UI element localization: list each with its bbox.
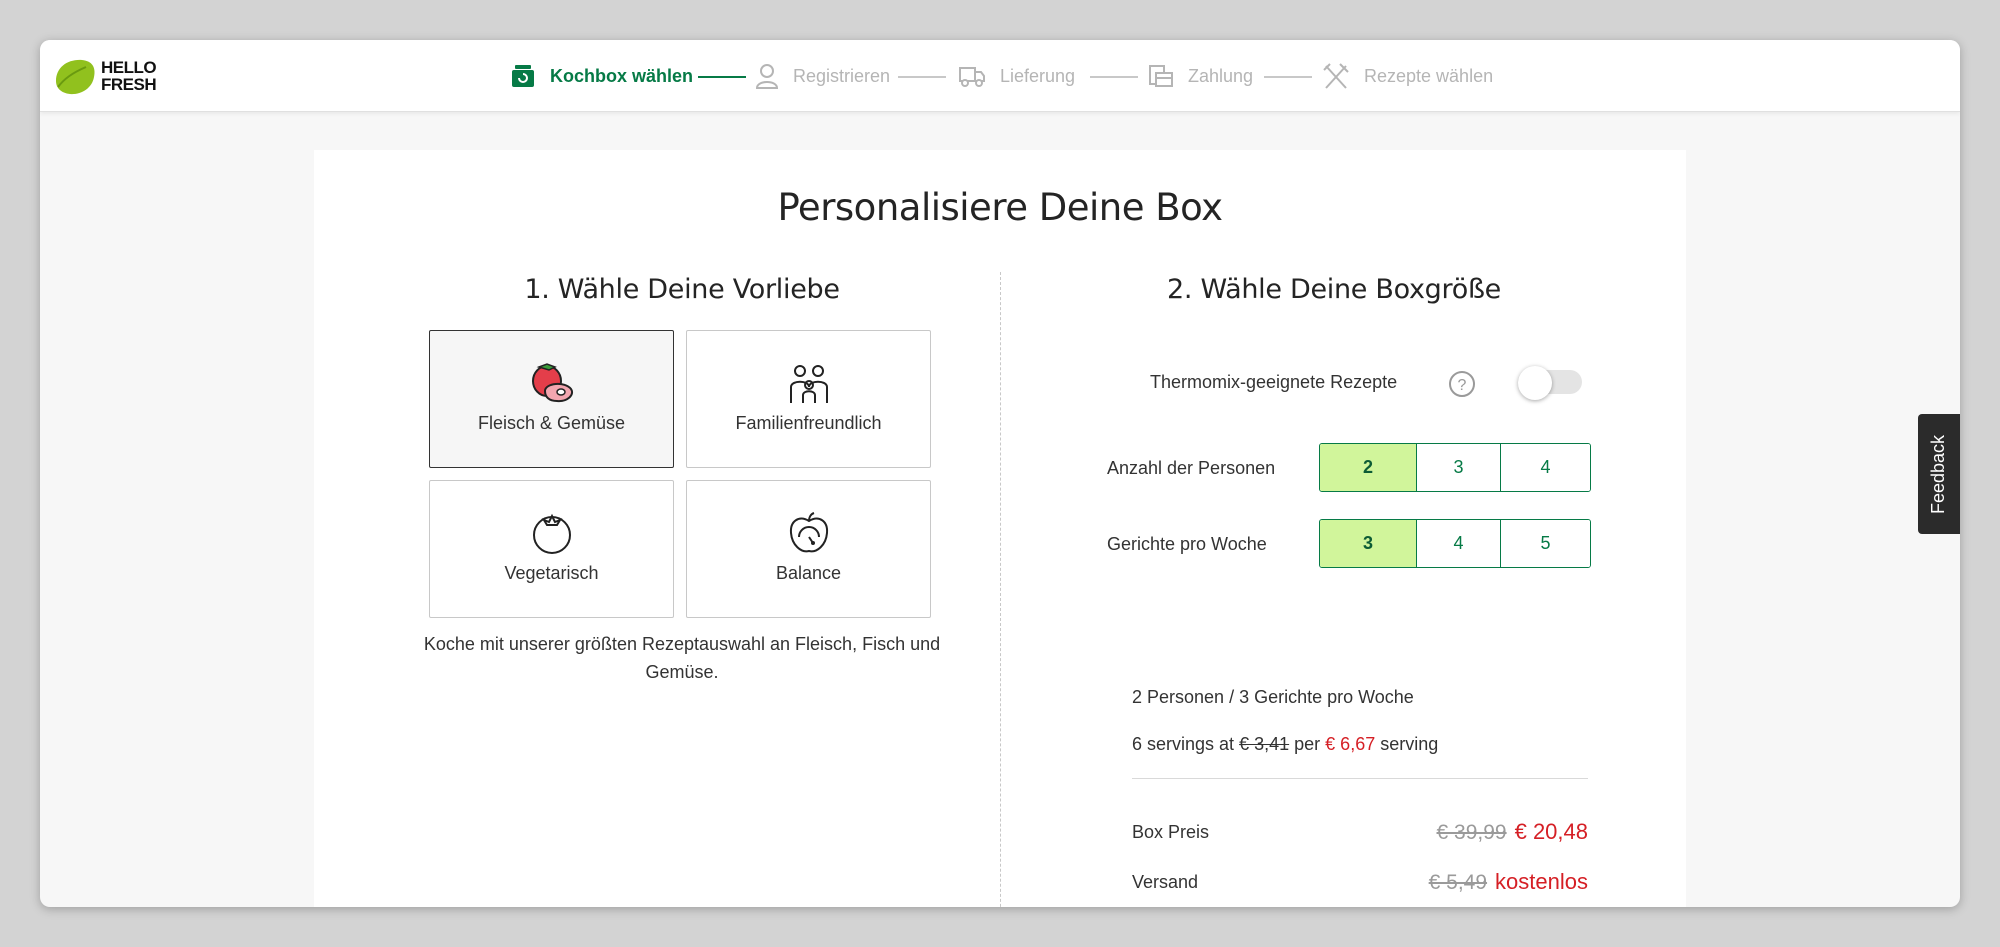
box-price-new: € 20,48 bbox=[1514, 819, 1588, 844]
servings-summary: 6 servings at € 3,41 per € 6,67 serving bbox=[1132, 734, 1438, 755]
box-price-old: € 39,99 bbox=[1436, 821, 1507, 844]
cutlery-icon bbox=[1323, 63, 1349, 89]
box-price-label: Box Preis bbox=[1132, 821, 1210, 842]
meat-vegetable-icon bbox=[531, 363, 573, 403]
help-symbol: ? bbox=[1458, 377, 1467, 394]
step-label-kochbox: Kochbox wählen bbox=[550, 65, 694, 86]
step-label-registrieren: Registrieren bbox=[793, 65, 891, 86]
preference-label: Vegetarisch bbox=[504, 563, 599, 583]
preference-tile-balance[interactable]: Balance bbox=[686, 480, 931, 618]
truck-icon bbox=[959, 67, 985, 87]
preference-description: Koche mit unserer größten Rezeptauswahl … bbox=[423, 634, 941, 682]
step-connector bbox=[1264, 76, 1312, 78]
preference-label: Familienfreundlich bbox=[735, 413, 882, 433]
feedback-label: Feedback bbox=[1928, 434, 1949, 514]
persons-option-4[interactable]: 4 bbox=[1501, 444, 1590, 491]
column-divider bbox=[1000, 272, 1001, 907]
step-connector bbox=[898, 76, 946, 78]
shipping-old: € 5,49 bbox=[1428, 871, 1488, 894]
step-rezepte[interactable]: Rezepte wählen bbox=[1322, 56, 1493, 96]
help-icon[interactable]: ? bbox=[1448, 370, 1476, 398]
shipping-row: Versand € 5,49 kostenlos bbox=[1132, 866, 1588, 898]
meals-option-3[interactable]: 3 bbox=[1320, 520, 1417, 567]
persons-option-3[interactable]: 3 bbox=[1417, 444, 1501, 491]
personalize-card: Personalisiere Deine Box 1. Wähle Deine … bbox=[314, 150, 1686, 907]
step-label-lieferung: Lieferung bbox=[1000, 65, 1076, 86]
shipping-values: € 5,49 kostenlos bbox=[1429, 869, 1588, 895]
box-icon bbox=[512, 65, 534, 87]
box-price-values: € 39,99 € 20,48 bbox=[1437, 819, 1588, 845]
wallet-icon bbox=[1149, 65, 1173, 87]
step-lieferung[interactable]: Lieferung bbox=[958, 56, 1075, 96]
tomato-icon bbox=[532, 513, 571, 554]
browser-window: HELLO FRESH Kochbox wählen Registrieren … bbox=[40, 40, 1960, 907]
step-connector bbox=[1090, 76, 1138, 78]
step-registrieren[interactable]: Registrieren bbox=[755, 56, 890, 96]
per-word: per bbox=[1294, 734, 1321, 754]
persons-label: Anzahl der Personen bbox=[1107, 458, 1276, 478]
thermomix-label: Thermomix-geeignete Rezepte bbox=[1150, 372, 1398, 392]
preference-tile-fleisch-gemuese[interactable]: Fleisch & Gemüse bbox=[429, 330, 674, 468]
new-serving-price: € 6,67 bbox=[1325, 734, 1376, 754]
preference-tile-familienfreundlich[interactable]: Familienfreundlich bbox=[686, 330, 931, 468]
preference-heading: 1. Wähle Deine Vorliebe bbox=[524, 274, 840, 305]
servings-suffix: serving bbox=[1380, 734, 1439, 754]
step-label-rezepte: Rezepte wählen bbox=[1364, 65, 1494, 86]
thermomix-toggle[interactable] bbox=[1518, 366, 1582, 400]
box-price-row: Box Preis € 39,99 € 20,48 bbox=[1132, 816, 1588, 848]
boxsize-heading: 2. Wähle Deine Boxgröße bbox=[1167, 274, 1501, 305]
feedback-tab[interactable]: Feedback bbox=[1918, 414, 1960, 534]
shipping-label: Versand bbox=[1132, 871, 1199, 892]
meals-option-4[interactable]: 4 bbox=[1417, 520, 1501, 567]
persons-option-2[interactable]: 2 bbox=[1320, 444, 1417, 491]
apple-scale-icon bbox=[789, 512, 828, 553]
step-zahlung[interactable]: Zahlung bbox=[1148, 56, 1253, 96]
toggle-knob bbox=[1518, 366, 1552, 400]
meals-selector: 3 4 5 bbox=[1319, 519, 1591, 568]
checkout-stepper: Kochbox wählen Registrieren Lieferung Za… bbox=[40, 40, 1960, 112]
meals-label: Gerichte pro Woche bbox=[1107, 534, 1267, 554]
person-icon bbox=[755, 64, 779, 89]
persons-selector: 2 3 4 bbox=[1319, 443, 1591, 492]
plan-summary: 2 Personen / 3 Gerichte pro Woche bbox=[1132, 687, 1414, 707]
summary-divider bbox=[1132, 778, 1588, 779]
step-label-zahlung: Zahlung bbox=[1188, 65, 1254, 86]
meals-option-5[interactable]: 5 bbox=[1501, 520, 1590, 567]
step-connector bbox=[698, 76, 746, 78]
servings-prefix: 6 servings at bbox=[1132, 734, 1235, 754]
family-icon bbox=[789, 365, 828, 403]
preference-tile-vegetarisch[interactable]: Vegetarisch bbox=[429, 480, 674, 618]
shipping-new: kostenlos bbox=[1495, 869, 1588, 894]
page-title: Personalisiere Deine Box bbox=[777, 186, 1223, 229]
preference-label: Fleisch & Gemüse bbox=[477, 413, 626, 433]
top-navigation-bar: HELLO FRESH Kochbox wählen Registrieren … bbox=[40, 40, 1960, 112]
old-serving-price: € 3,41 bbox=[1239, 734, 1290, 754]
preference-label: Balance bbox=[775, 563, 842, 583]
step-kochbox[interactable]: Kochbox wählen bbox=[510, 56, 693, 96]
